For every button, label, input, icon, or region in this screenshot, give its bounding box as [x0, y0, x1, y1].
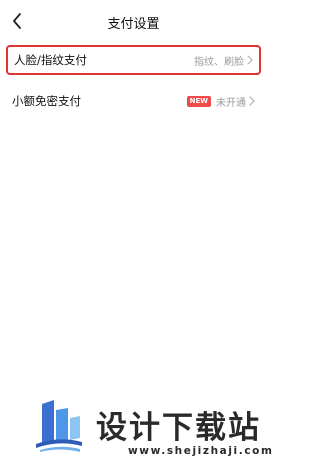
chevron-right-icon: [249, 96, 255, 106]
row-right: 指纹、刷脸: [194, 53, 259, 68]
watermark: 设计下载站 www.shejizhaji.com: [36, 398, 272, 462]
new-badge: NEW: [186, 95, 211, 107]
row-value: 指纹、刷脸: [194, 56, 244, 68]
row-label: 小额免密支付: [12, 94, 81, 108]
brand-logo: [36, 400, 82, 452]
row-label: 人脸/指纹支付: [14, 53, 87, 67]
row-value: 未开通: [216, 97, 246, 109]
page-title: 支付设置: [107, 17, 160, 32]
navigation-bar: 支付设置: [0, 0, 267, 44]
brand-url: www.shejizhaji.com: [128, 445, 274, 457]
row-right: NEW 未开通: [186, 94, 261, 109]
settings-row-small-password-free-pay[interactable]: 小额免密支付 NEW 未开通: [6, 86, 261, 116]
chevron-right-icon: [247, 55, 253, 65]
brand-name: 设计下载站: [96, 410, 261, 446]
settings-row-face-fingerprint-pay[interactable]: 人脸/指纹支付 指纹、刷脸: [6, 45, 261, 75]
